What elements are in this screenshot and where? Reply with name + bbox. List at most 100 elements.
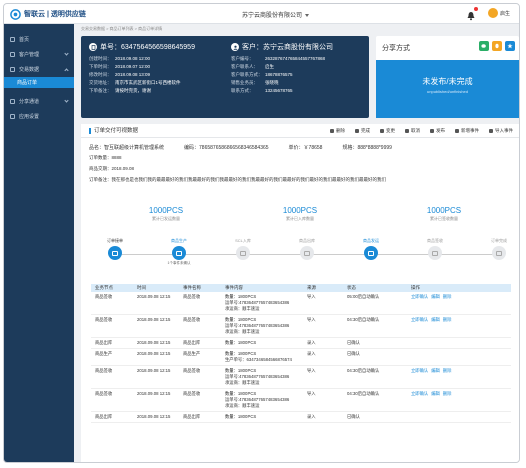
- sidebar-item-share[interactable]: 分享通道: [4, 94, 74, 109]
- action-4[interactable]: 发布: [430, 128, 445, 134]
- action-icon: [380, 129, 384, 133]
- delivery-detail-panel: 订单交付可视数据 删除 完成 变更 取消 发布 新增事件 导入事件 品名：智互联超级计算机管…: [81, 124, 519, 462]
- product-price: 单价：￥78658: [288, 145, 323, 151]
- op-link[interactable]: 立即确认: [411, 317, 428, 322]
- row-value: 13245678765: [265, 88, 293, 93]
- company-selector[interactable]: 苏宁云商股份有限公司: [242, 10, 310, 19]
- op-link[interactable]: 编辑: [431, 368, 440, 373]
- main-content: 交易交易数据 > 商品订单列表 > 商品订单详情 单号：634756456659…: [74, 24, 519, 462]
- step-subtext: 1个事件未确认: [167, 261, 191, 265]
- avatar: [488, 8, 498, 18]
- cell-event: 商品签收: [183, 368, 201, 373]
- cell-event: 商品签收: [183, 317, 201, 322]
- cell-content: 数量：1800PCS 运单号:4783648776574836543​86 承运商：…: [225, 368, 307, 386]
- detail-title: 订单交付可视数据: [89, 128, 138, 134]
- op-link[interactable]: 删除: [443, 294, 452, 299]
- step-1[interactable]: 商品生产 1个事件未确认: [159, 238, 199, 266]
- order-row: 创建时间： 2018.09.08 12:00: [89, 55, 229, 63]
- cell-node: 商品签收: [95, 391, 113, 396]
- op-link[interactable]: 立即确认: [411, 391, 428, 396]
- sidebar-item-home[interactable]: 首页: [4, 32, 74, 47]
- action-label: 完成: [361, 128, 370, 133]
- cell-node: 商品签收: [95, 294, 113, 299]
- cell-time: 2018.09.08 12:15: [137, 294, 171, 299]
- step-6[interactable]: 订单完成: [479, 238, 519, 261]
- row-value: 张晓晓: [265, 80, 279, 85]
- sidebar: 首页 客户管理 交易数据 商品订单 分享通道 应用设置: [4, 24, 74, 462]
- op-link[interactable]: 立即确认: [411, 368, 428, 373]
- stat-value: 1000PCS: [282, 206, 318, 215]
- row-key: 下单备注：: [89, 88, 112, 93]
- row-key: 修改时间：: [89, 72, 112, 77]
- sidebar-subitem-orders[interactable]: 商品订单: [4, 77, 74, 88]
- cell-event: 商品生产: [183, 351, 201, 356]
- status-text: 未发布/未完成: [422, 77, 473, 86]
- action-label: 取消: [411, 128, 420, 133]
- stat-shipped: 1000PCS 累计已发运数量: [121, 206, 211, 222]
- sidebar-item-label: 交易数据: [19, 67, 40, 73]
- step-5[interactable]: 商品签收: [415, 238, 455, 261]
- order-row: 下单备注： 请按时完货，谢谢: [89, 87, 229, 95]
- sidebar-item-settings[interactable]: 应用设置: [4, 109, 74, 124]
- order-number: 单号：63475645665986459​59: [100, 44, 195, 51]
- chevron-icon: [64, 98, 69, 103]
- table-row: 商品出库 2018.09.08 12:15 商品出库 数量：1800PCS 录入 已确认: [91, 412, 511, 423]
- cell-content: 数量：1800PCS: [225, 340, 307, 346]
- user-menu[interactable]: 启生: [488, 8, 510, 18]
- order-qty: 订单数量：8888: [89, 155, 122, 160]
- step-4[interactable]: 商品发运: [351, 238, 391, 261]
- action-5[interactable]: 新增事件: [455, 128, 479, 134]
- customer-row: 销售业务员： 张晓晓: [231, 79, 371, 87]
- op-link[interactable]: 删除: [443, 368, 452, 373]
- cell-node: 商品签收: [95, 368, 113, 373]
- cell-content: 数量：1800PCS 运单号:4783648776574836543​86 承运商：…: [225, 391, 307, 409]
- step-0[interactable]: 订单接单: [95, 238, 135, 261]
- qq-icon[interactable]: [492, 41, 502, 51]
- column-header: 业务节点: [95, 285, 113, 290]
- action-6[interactable]: 导入事件: [489, 128, 513, 134]
- op-link[interactable]: 编辑: [431, 391, 440, 396]
- step-3[interactable]: 商品出库: [287, 238, 327, 261]
- cell-source: 导入: [307, 391, 316, 396]
- step-icon: [300, 246, 314, 260]
- op-link[interactable]: 编辑: [431, 317, 440, 322]
- op-link[interactable]: 删除: [443, 391, 452, 396]
- op-link[interactable]: 立即确认: [411, 294, 428, 299]
- qzone-icon[interactable]: [505, 41, 515, 51]
- op-link[interactable]: 删除: [443, 317, 452, 322]
- action-label: 变更: [386, 128, 395, 133]
- step-label: 商品生产: [171, 238, 187, 243]
- step-icon: [172, 246, 186, 260]
- customer-row: 客户编号： 263287674765844557767868: [231, 55, 371, 63]
- row-key: 销售业务员：: [231, 80, 258, 85]
- column-header: 事件内容: [225, 285, 243, 290]
- stat-signed: 1000PCS 累计已签收数量: [399, 206, 489, 222]
- action-3[interactable]: 取消: [405, 128, 420, 134]
- row-value: 2018.09.08 12:00: [115, 56, 151, 61]
- product-name: 品名：智互联超级计算机管理系统: [89, 145, 165, 151]
- action-icon: [330, 129, 334, 133]
- cell-event: 商品出库: [183, 340, 201, 345]
- sidebar-item-trade-data[interactable]: 交易数据: [4, 62, 74, 77]
- action-2[interactable]: 变更: [380, 128, 395, 134]
- action-0[interactable]: 删除: [330, 128, 345, 134]
- order-row: 下单时间： 2018.09.07 12:00: [89, 63, 229, 71]
- action-1[interactable]: 完成: [355, 128, 370, 134]
- cell-source: 录入: [307, 414, 316, 419]
- share-title: 分享方式: [382, 45, 410, 52]
- row-value: 2018.09.07 12:00: [115, 64, 151, 69]
- op-link[interactable]: 编辑: [431, 294, 440, 299]
- cell-time: 2018.09.08 12:15: [137, 317, 171, 322]
- content-line: 承运商：顺丰速运: [225, 380, 260, 385]
- customer-title: 客户：苏宁云商股份有限公司: [242, 44, 333, 51]
- cell-content: 数量：1800PCS: [225, 414, 307, 420]
- user-icon: [231, 43, 239, 51]
- step-label: 订单接单: [107, 238, 123, 243]
- bell-icon[interactable]: [466, 7, 478, 21]
- content-line: 承运商：顺丰速运: [225, 306, 260, 311]
- sidebar-item-customers[interactable]: 客户管理: [4, 47, 74, 62]
- row-value: 18678876575: [265, 72, 293, 77]
- step-2[interactable]: SCL入库: [223, 238, 263, 261]
- action-label: 发布: [436, 128, 445, 133]
- wechat-icon[interactable]: [479, 41, 489, 51]
